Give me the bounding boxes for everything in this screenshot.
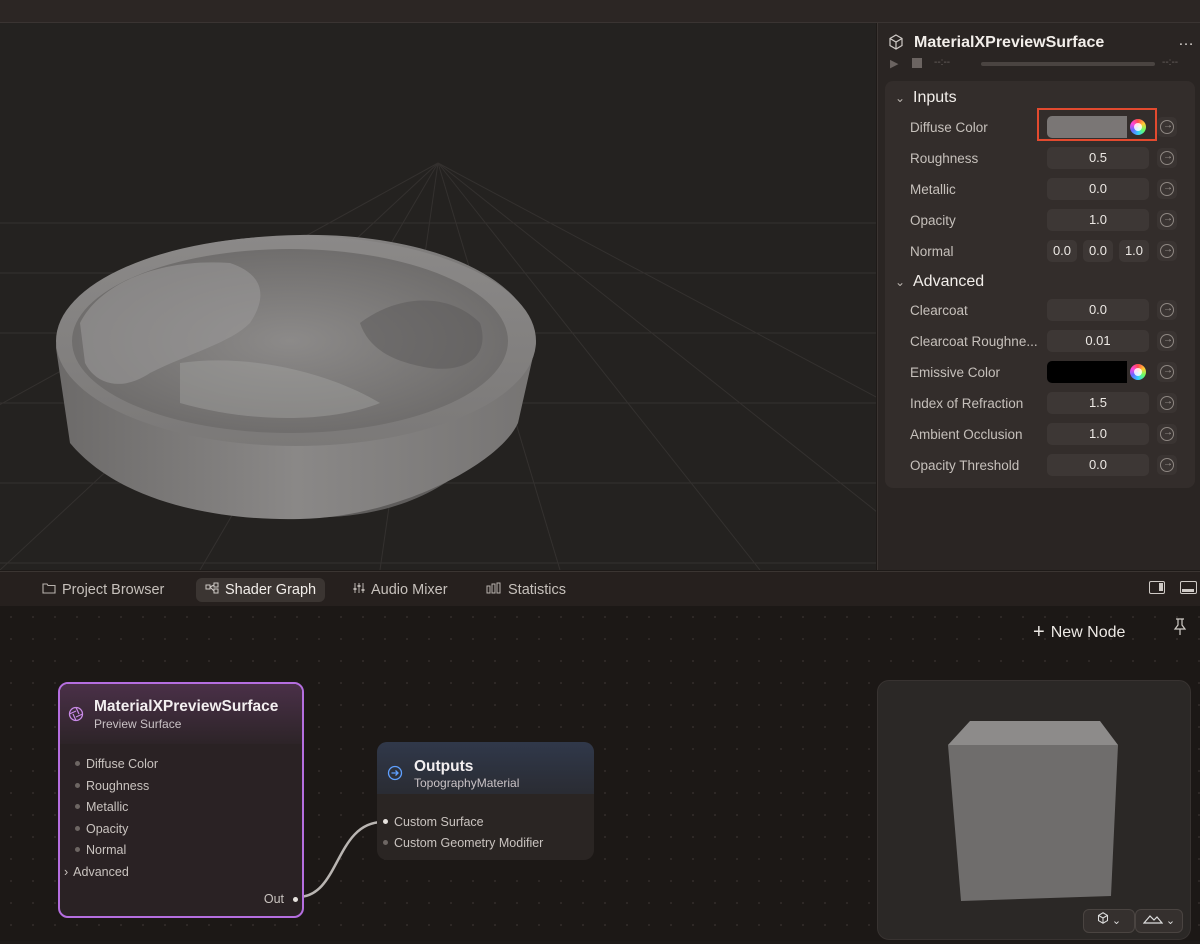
bottom-tab-bar: Project Browser Shader Graph Audio Mixer… <box>0 571 1200 607</box>
opacity-threshold-field[interactable]: 0.0 <box>1047 454 1149 476</box>
connect-icon[interactable]: → <box>1157 362 1177 382</box>
inspector-panel: MaterialXPreviewSurface … ▶ --:-- --:-- … <box>877 23 1200 570</box>
inputs-section-header[interactable]: ⌄ Inputs <box>895 89 957 107</box>
play-icon[interactable]: ▶ <box>890 57 898 70</box>
playback-scrubber[interactable] <box>981 62 1155 66</box>
normal-z-field[interactable]: 1.0 <box>1119 240 1149 262</box>
cube-icon <box>888 34 904 55</box>
normal-y-field[interactable]: 0.0 <box>1083 240 1113 262</box>
emissive-color-well[interactable] <box>1047 361 1149 383</box>
aperture-icon <box>68 706 84 727</box>
toggle-bottom-panel-icon[interactable] <box>1180 581 1197 594</box>
port-roughness[interactable]: Roughness <box>75 779 149 793</box>
shader-graph-icon <box>205 578 219 602</box>
mountain-icon <box>1142 915 1166 927</box>
stop-icon[interactable] <box>912 58 922 68</box>
input-label-diffuse-color: Diffuse Color <box>910 120 988 135</box>
port-custom-surface[interactable]: Custom Surface <box>383 815 484 829</box>
statistics-icon <box>486 578 502 602</box>
connect-icon[interactable]: → <box>1157 331 1177 351</box>
input-label-ambient-occlusion: Ambient Occlusion <box>910 427 1023 442</box>
node-subtitle: Preview Surface <box>94 717 182 731</box>
connect-icon[interactable]: → <box>1157 300 1177 320</box>
ior-field[interactable]: 1.5 <box>1047 392 1149 414</box>
folder-icon <box>42 578 56 602</box>
connect-icon[interactable]: → <box>1157 117 1177 137</box>
tab-audio-mixer[interactable]: Audio Mixer <box>344 578 457 602</box>
preview-shape-dropdown[interactable]: ⌄ <box>1083 909 1135 933</box>
ambient-occlusion-field[interactable]: 1.0 <box>1047 423 1149 445</box>
port-custom-geometry-modifier[interactable]: Custom Geometry Modifier <box>383 836 543 850</box>
chevron-right-icon: › <box>64 865 69 879</box>
tab-shader-graph[interactable]: Shader Graph <box>196 578 326 602</box>
node-subtitle: TopographyMaterial <box>414 776 520 790</box>
output-arrow-icon <box>387 765 403 786</box>
connect-icon[interactable]: → <box>1157 393 1177 413</box>
chevron-down-icon: ⌄ <box>895 275 906 289</box>
roughness-field[interactable]: 0.5 <box>1047 147 1149 169</box>
outputs-node[interactable]: Outputs TopographyMaterial Custom Surfac… <box>377 742 594 860</box>
inspector-title: MaterialXPreviewSurface <box>914 34 1105 51</box>
connect-icon[interactable]: → <box>1157 210 1177 230</box>
chevron-down-icon: ⌄ <box>1165 915 1176 927</box>
terrain-model <box>56 234 536 520</box>
tab-statistics[interactable]: Statistics <box>477 578 575 602</box>
input-label-metallic: Metallic <box>910 182 956 197</box>
input-label-index-of-refraction: Index of Refraction <box>910 396 1024 411</box>
input-label-clearcoat: Clearcoat <box>910 303 968 318</box>
input-label-normal: Normal <box>910 244 954 259</box>
audio-mixer-icon <box>353 578 365 602</box>
out-port-dot[interactable] <box>293 897 298 902</box>
node-title: MaterialXPreviewSurface <box>94 698 279 715</box>
color-picker-icon[interactable] <box>1130 364 1146 380</box>
material-x-preview-surface-node[interactable]: MaterialXPreviewSurface Preview Surface … <box>58 682 304 918</box>
scene-viewport[interactable] <box>0 23 876 570</box>
port-out[interactable]: Out <box>264 892 284 906</box>
input-label-emissive-color: Emissive Color <box>910 365 1001 380</box>
preview-cube <box>948 721 1118 901</box>
shader-graph-canvas[interactable]: + New Node MaterialXPreviewSurface Previe… <box>0 606 1200 941</box>
input-label-opacity-threshold: Opacity Threshold <box>910 458 1020 473</box>
material-inputs-panel: ⌄ Inputs Diffuse Color → Roughness 0.5 → … <box>885 81 1195 488</box>
cube-icon <box>1097 912 1112 927</box>
emissive-color-swatch <box>1047 361 1127 383</box>
port-opacity[interactable]: Opacity <box>75 822 128 836</box>
connect-icon[interactable]: → <box>1157 424 1177 444</box>
clearcoat-field[interactable]: 0.0 <box>1047 299 1149 321</box>
time-end: --:-- <box>1162 57 1179 68</box>
port-normal[interactable]: Normal <box>75 843 126 857</box>
advanced-section-header[interactable]: ⌄ Advanced <box>895 273 984 291</box>
connect-icon[interactable]: → <box>1157 241 1177 261</box>
normal-x-field[interactable]: 0.0 <box>1047 240 1077 262</box>
connect-icon[interactable]: → <box>1157 455 1177 475</box>
opacity-field[interactable]: 1.0 <box>1047 209 1149 231</box>
more-options-icon[interactable]: … <box>1178 32 1195 50</box>
top-toolbar <box>0 0 1200 23</box>
node-title: Outputs <box>414 758 474 775</box>
input-label-clearcoat-roughness: Clearcoat Roughne... <box>910 334 1038 349</box>
time-start: --:-- <box>934 57 951 68</box>
tab-project-browser[interactable]: Project Browser <box>33 578 173 602</box>
preview-environment-dropdown[interactable]: ⌄ <box>1135 909 1183 933</box>
port-diffuse-color[interactable]: Diffuse Color <box>75 757 158 771</box>
diffuse-color-highlight <box>1037 108 1157 141</box>
port-advanced-group[interactable]: › Advanced <box>64 865 129 879</box>
toggle-inspector-icon[interactable] <box>1149 581 1165 594</box>
input-label-opacity: Opacity <box>910 213 956 228</box>
clearcoat-roughness-field[interactable]: 0.01 <box>1047 330 1149 352</box>
playback-controls: ▶ --:-- --:-- <box>890 57 1195 71</box>
connect-icon[interactable]: → <box>1157 148 1177 168</box>
material-preview[interactable]: ⌄ ⌄ <box>877 680 1191 940</box>
viewport-render <box>0 162 876 570</box>
connect-icon[interactable]: → <box>1157 179 1177 199</box>
chevron-down-icon: ⌄ <box>1111 915 1122 927</box>
input-label-roughness: Roughness <box>910 151 979 166</box>
metallic-field[interactable]: 0.0 <box>1047 178 1149 200</box>
chevron-down-icon: ⌄ <box>895 91 906 105</box>
port-metallic[interactable]: Metallic <box>75 800 128 814</box>
